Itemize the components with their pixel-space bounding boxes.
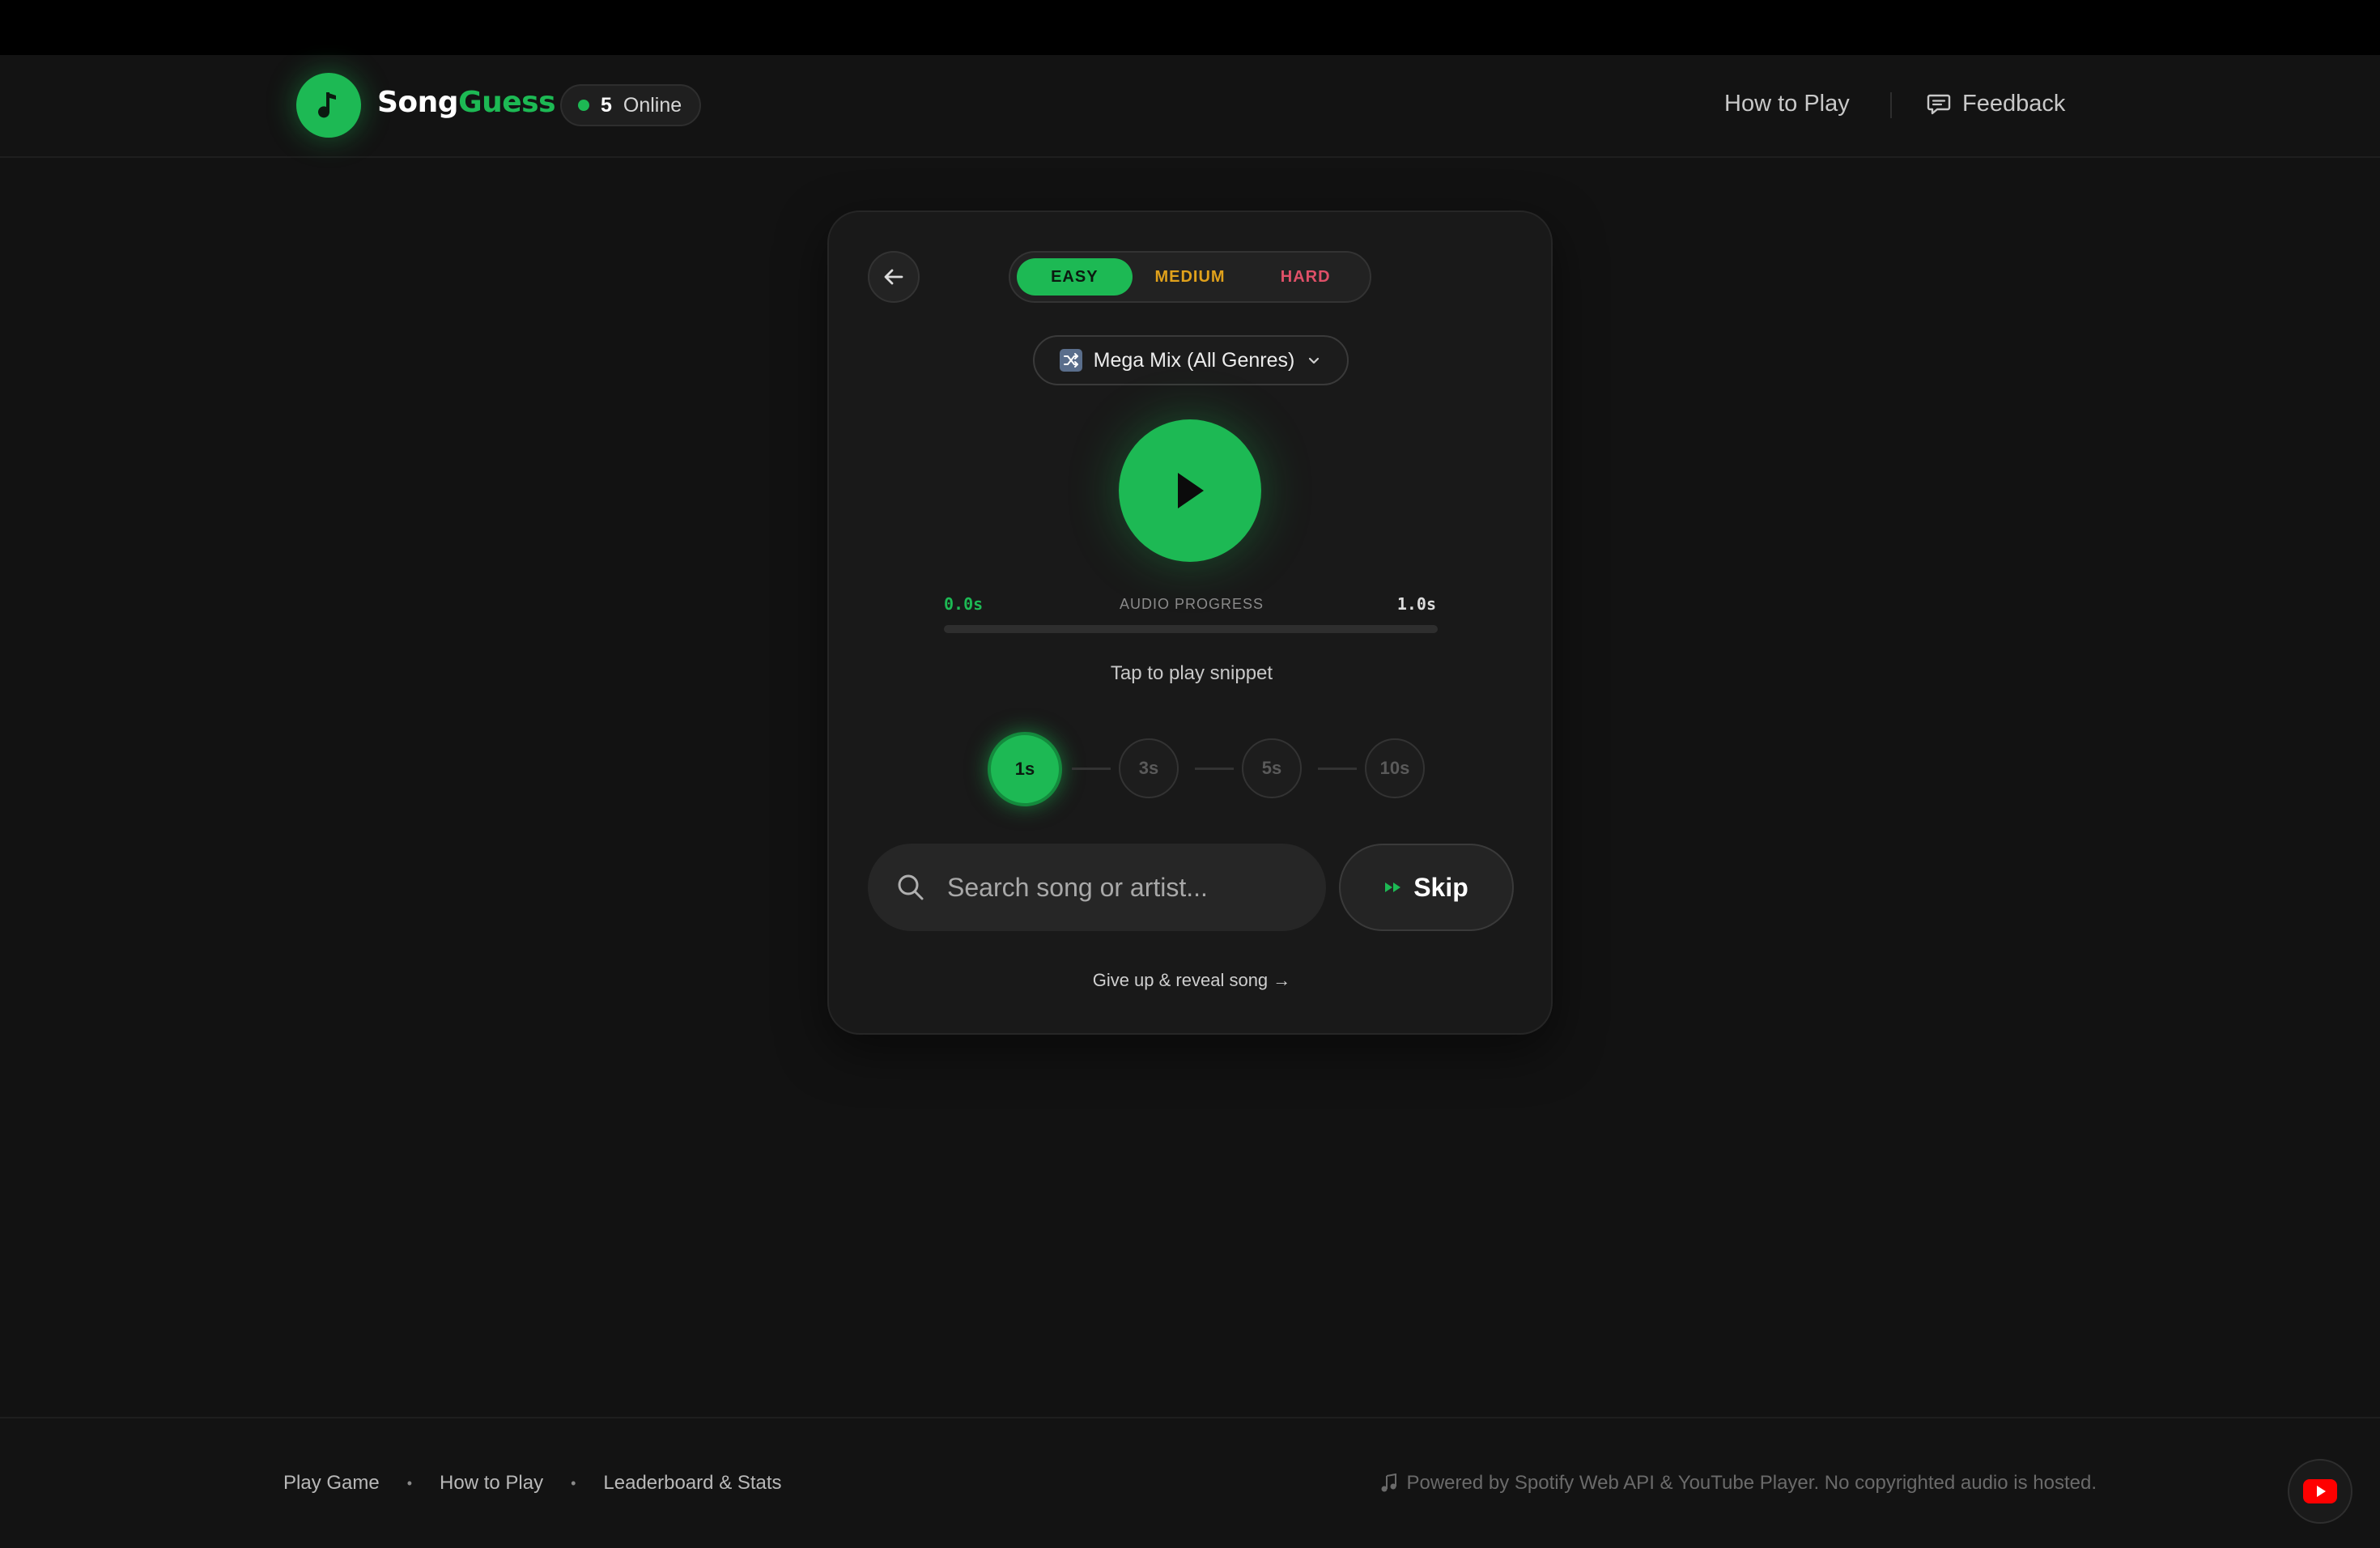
nav-feedback-link[interactable]: Feedback: [1927, 91, 2065, 117]
difficulty-medium-button[interactable]: MEDIUM: [1133, 258, 1248, 296]
brand-wordmark[interactable]: SongGuess: [377, 86, 556, 119]
shuffle-icon: [1059, 349, 1082, 372]
feedback-chat-icon: [1927, 94, 1951, 114]
footer-link-play-game[interactable]: Play Game: [283, 1472, 380, 1495]
audio-progress-label: AUDIO PROGRESS: [1119, 596, 1264, 612]
audio-progress-bar[interactable]: [944, 625, 1438, 633]
step-connector: [1195, 768, 1234, 770]
footer-link-how-to-play[interactable]: How to Play: [440, 1472, 543, 1495]
game-card: EASY MEDIUM HARD Mega Mix (All Genres) 0…: [827, 211, 1553, 1035]
genre-selected-label: Mega Mix (All Genres): [1093, 348, 1295, 372]
difficulty-selector: EASY MEDIUM HARD: [1009, 251, 1371, 303]
powered-by-notice: Powered by Spotify Web API & YouTube Pla…: [1380, 1472, 2097, 1495]
step-10s[interactable]: 10s: [1365, 738, 1425, 798]
footer-links: Play Game • How to Play • Leaderboard & …: [283, 1472, 782, 1495]
browser-top-bar: [0, 0, 2380, 55]
search-placeholder: Search song or artist...: [947, 872, 1208, 902]
back-button[interactable]: [868, 251, 920, 303]
music-note-icon: [1381, 1474, 1397, 1492]
snippet-length-steps: 1s 3s 5s 10s: [968, 730, 1425, 806]
nav-how-to-play-link[interactable]: How to Play: [1724, 91, 1850, 117]
play-icon: [1178, 473, 1204, 508]
youtube-icon: [2303, 1479, 2337, 1503]
skip-label: Skip: [1413, 872, 1468, 902]
online-count: 5: [601, 93, 612, 117]
footer-link-leaderboard[interactable]: Leaderboard & Stats: [603, 1472, 781, 1495]
step-3s[interactable]: 3s: [1119, 738, 1179, 798]
arrow-left-icon: [884, 269, 903, 285]
difficulty-hard-button[interactable]: HARD: [1247, 258, 1363, 296]
footer-bullet: •: [571, 1474, 576, 1491]
brand-part-song: Song: [377, 86, 459, 119]
step-5s[interactable]: 5s: [1242, 738, 1302, 798]
skip-button[interactable]: Skip: [1339, 844, 1514, 931]
online-badge: 5 Online: [560, 84, 701, 126]
online-status-dot-icon: [578, 100, 589, 111]
site-header: SongGuess 5 Online How to Play Feedback: [0, 55, 2380, 158]
logo-music-note-icon[interactable]: [296, 73, 361, 138]
step-connector: [1318, 768, 1357, 770]
step-1s[interactable]: 1s: [988, 732, 1062, 806]
footer-bullet: •: [406, 1474, 413, 1491]
site-footer: Play Game • How to Play • Leaderboard & …: [0, 1417, 2380, 1548]
genre-dropdown[interactable]: Mega Mix (All Genres): [1033, 335, 1349, 385]
audio-max-time: 1.0s: [1396, 594, 1436, 614]
fast-forward-icon: [1385, 882, 1401, 892]
difficulty-easy-button[interactable]: EASY: [1017, 258, 1133, 296]
brand-part-guess: Guess: [458, 86, 556, 119]
play-hint: Tap to play snippet: [1110, 662, 1273, 684]
online-label: Online: [623, 93, 682, 117]
step-connector: [1072, 768, 1111, 770]
nav-divider: [1890, 92, 1892, 118]
play-button[interactable]: [1119, 419, 1261, 562]
chevron-down-icon: [1309, 357, 1320, 364]
give-up-link[interactable]: Give up & reveal song →: [829, 970, 1554, 991]
powered-by-text: Powered by Spotify Web API & YouTube Pla…: [1406, 1472, 2097, 1494]
feedback-label: Feedback: [1962, 91, 2066, 117]
search-icon: [898, 874, 924, 900]
youtube-button[interactable]: [2288, 1459, 2352, 1524]
search-input[interactable]: Search song or artist...: [868, 844, 1326, 931]
